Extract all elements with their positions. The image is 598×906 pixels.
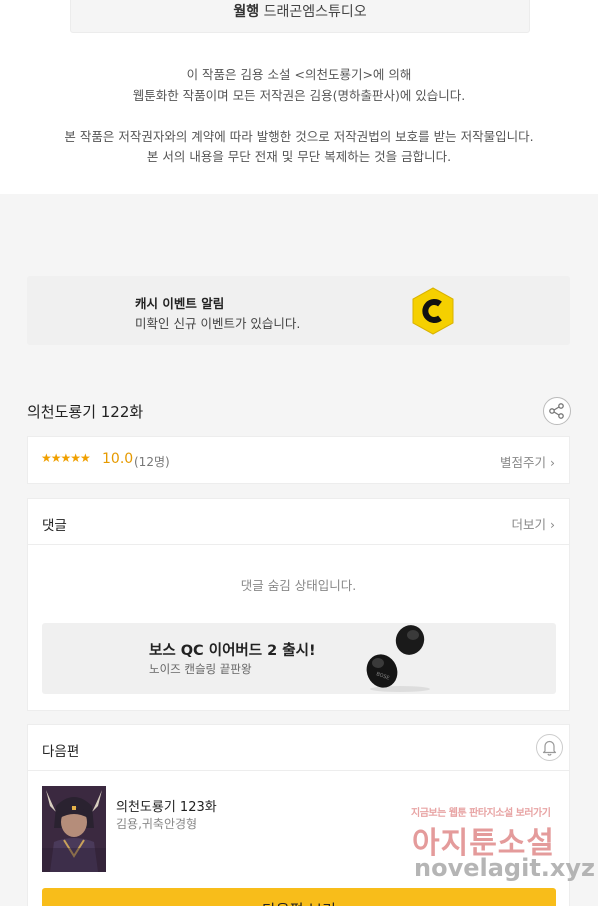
next-episode-thumbnail[interactable] <box>42 786 106 872</box>
rating-stars: ★★★★★ <box>41 451 91 465</box>
ad-subtitle: 노이즈 캔슬링 끝판왕 <box>149 662 252 676</box>
coin-c-icon <box>412 287 454 335</box>
rating-count: (12명) <box>134 455 170 469</box>
comments-title: 댓글 <box>42 518 67 534</box>
next-episode-button[interactable]: 다음편 보기 <box>42 888 556 906</box>
share-icon <box>549 403 564 419</box>
copyright-line-2: 웹툰화한 작품이며 모든 저작권은 김용(명하출판사)에 있습니다. <box>132 88 466 103</box>
copyright-line-4: 본 서의 내용을 무단 전재 및 무단 복제하는 것을 금합니다. <box>146 149 452 164</box>
watermark-tagline: 지금보는 웹툰 판타지소설 보러가기 <box>411 808 551 819</box>
notify-button[interactable] <box>536 734 563 761</box>
copyright-line-1: 이 작품은 김용 소설 <의천도룡기>에 의해 <box>186 67 412 82</box>
comments-more-link[interactable]: 더보기 › <box>512 514 555 533</box>
rating-row: ★★★★★ 10.0 (12명) 별점주기 › <box>27 436 570 484</box>
comments-card: 댓글 더보기 › 댓글 숨김 상태입니다. 보스 QC 이어버드 2 출시! 노… <box>27 498 570 711</box>
credits-rest: 드래곤엠스튜디오 <box>259 4 367 20</box>
comments-hidden-message: 댓글 숨김 상태입니다. <box>240 578 357 593</box>
earbuds-image: BOSE <box>366 625 430 692</box>
ad-title: 보스 QC 이어버드 2 출시! <box>149 643 316 659</box>
bell-icon <box>542 740 557 756</box>
site-watermark: 지금보는 웹툰 판타지소설 보러가기 아지툰소설 novelagit.xyz <box>408 800 595 890</box>
credits-box: 월행 드래곤엠스튜디오 <box>70 0 530 33</box>
credits-bold: 월행 <box>233 4 260 20</box>
next-episode-header: 다음편 <box>28 725 569 771</box>
rate-button[interactable]: 별점주기 › <box>500 452 555 471</box>
copyright-section: 월행 드래곤엠스튜디오 이 작품은 김용 소설 <의천도룡기>에 의해 웹툰화한… <box>0 0 598 194</box>
earbuds-ad-banner[interactable]: 보스 QC 이어버드 2 출시! 노이즈 캔슬링 끝판왕 BOSE <box>42 623 556 694</box>
watermark-url: novelagit.xyz <box>414 854 596 882</box>
episode-title: 의천도룡기 122화 <box>27 403 144 421</box>
comments-header: 댓글 더보기 › <box>28 499 569 545</box>
next-episode-author: 김용,귀축안경형 <box>116 817 198 831</box>
event-subtitle: 미확인 신규 이벤트가 있습니다. <box>135 316 301 331</box>
copyright-line-3: 본 작품은 저작권자와의 계약에 따라 발행한 것으로 저작권법의 보호를 받는… <box>64 129 534 144</box>
event-title: 캐시 이벤트 알림 <box>135 296 225 311</box>
thumbnail-illustration <box>42 786 106 872</box>
rating-score: 10.0 <box>102 451 134 467</box>
share-button[interactable] <box>543 397 571 425</box>
next-episode-title[interactable]: 의천도룡기 123화 <box>116 796 217 815</box>
next-episode-label: 다음편 <box>42 744 80 760</box>
cash-event-banner[interactable]: 캐시 이벤트 알림 미확인 신규 이벤트가 있습니다. <box>27 276 570 345</box>
